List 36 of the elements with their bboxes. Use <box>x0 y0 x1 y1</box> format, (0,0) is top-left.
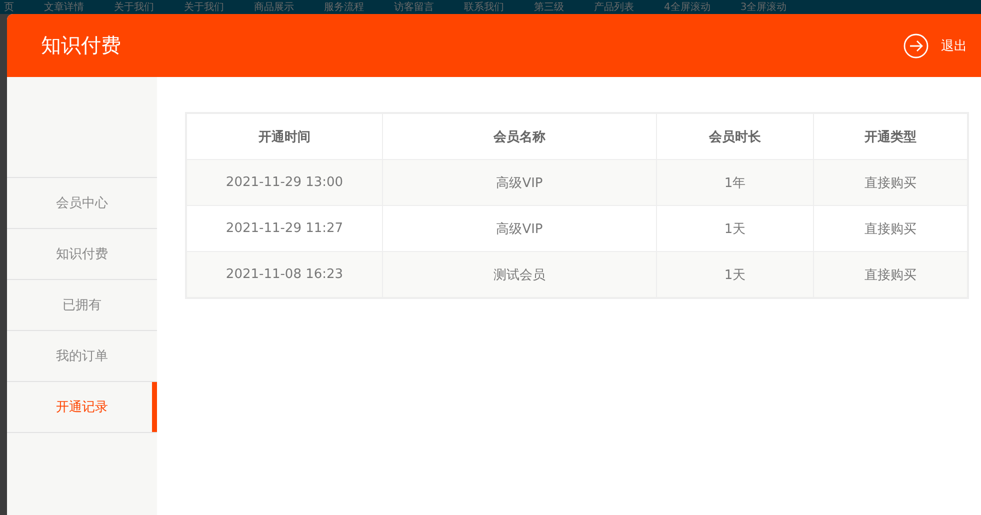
nav-link[interactable]: 服务流程 <box>324 0 364 14</box>
table-cell: 测试会员 <box>382 252 656 298</box>
table-cell: 2021-11-29 11:27 <box>186 206 382 252</box>
nav-link[interactable]: 页 <box>4 0 14 14</box>
nav-link[interactable]: 产品列表 <box>594 0 634 14</box>
table-cell: 2021-11-29 13:00 <box>186 160 382 206</box>
modal-title: 知识付费 <box>41 32 121 59</box>
nav-link[interactable]: 访客留言 <box>394 0 434 14</box>
column-header: 开通时间 <box>186 113 382 160</box>
table-cell: 1天 <box>656 252 814 298</box>
sidebar-item[interactable]: 我的订单 <box>7 330 157 381</box>
logout-link[interactable]: 退出 <box>903 32 967 58</box>
table-cell: 2021-11-08 16:23 <box>186 252 382 298</box>
nav-link[interactable]: 第三级 <box>534 0 564 14</box>
sidebar-item[interactable]: 已拥有 <box>7 279 157 330</box>
column-header: 开通类型 <box>814 113 968 160</box>
table-cell: 直接购买 <box>814 206 968 252</box>
column-header: 会员名称 <box>382 113 656 160</box>
nav-link[interactable]: 联系我们 <box>464 0 504 14</box>
nav-link[interactable]: 文章详情 <box>44 0 84 14</box>
nav-link[interactable]: 4全屏滚动 <box>664 0 710 14</box>
nav-link[interactable]: 关于我们 <box>114 0 154 14</box>
arrow-circle-icon <box>903 32 929 58</box>
nav-link[interactable]: 关于我们 <box>184 0 224 14</box>
sidebar-item[interactable]: 知识付费 <box>7 228 157 279</box>
nav-link[interactable]: 3全屏滚动 <box>740 0 787 14</box>
sidebar-item[interactable]: 会员中心 <box>7 177 157 228</box>
table-cell: 直接购买 <box>814 160 968 206</box>
table-cell: 1天 <box>656 206 814 252</box>
table-cell: 高级VIP <box>382 160 656 206</box>
table-cell: 1年 <box>656 160 814 206</box>
table-cell: 直接购买 <box>814 252 968 298</box>
table-cell: 高级VIP <box>382 206 656 252</box>
nav-link[interactable]: 商品展示 <box>254 0 294 14</box>
column-header: 会员时长 <box>656 113 814 160</box>
sidebar-item[interactable]: 开通记录 <box>7 381 157 433</box>
